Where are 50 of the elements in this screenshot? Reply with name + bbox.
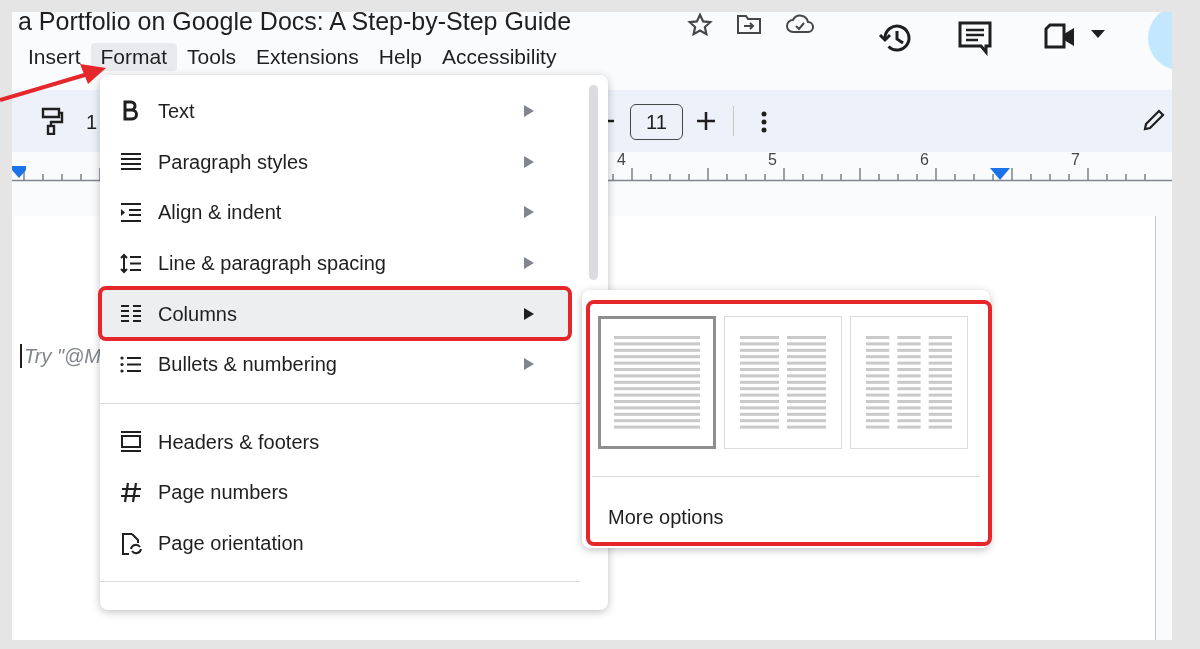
page-rotate-icon	[120, 531, 142, 555]
ruler-number: 7	[1071, 150, 1080, 170]
menu-item[interactable]: Headers & footers	[100, 416, 570, 468]
header-footer-icon	[120, 430, 142, 454]
menu-item[interactable]: Paragraph styles	[100, 136, 570, 188]
document-title[interactable]: a Portfolio on Google Docs: A Step-by-Step Guide	[18, 12, 572, 34]
menu-item[interactable]: Help	[368, 43, 432, 71]
column-layout-option[interactable]	[598, 316, 716, 449]
menu-item[interactable]: Accessibility	[432, 43, 567, 71]
plus-icon[interactable]	[696, 111, 716, 131]
submenu-arrow-icon	[524, 206, 534, 219]
comment-icon[interactable]	[957, 20, 993, 56]
page-lines-icon	[866, 335, 952, 430]
paint-format-icon[interactable]	[40, 107, 64, 135]
menu-item[interactable]: Page orientation	[100, 517, 570, 569]
folder-icon[interactable]	[736, 12, 762, 36]
menu-item[interactable]: Tools	[177, 43, 247, 71]
caret-icon[interactable]	[1091, 30, 1105, 38]
ruler-number: 6	[920, 150, 929, 170]
submenu-arrow-icon	[524, 105, 534, 118]
menu-item[interactable]: Format	[90, 43, 178, 71]
ruler-number: 5	[768, 150, 777, 170]
submenu-arrow-icon	[524, 155, 534, 168]
indent-icon	[120, 201, 142, 224]
hash-icon	[120, 480, 142, 504]
submenu-arrow-icon	[524, 358, 534, 371]
line-spacing-icon	[120, 251, 142, 275]
indent-marker-icon[interactable]	[12, 166, 26, 178]
submenu-arrow-icon	[524, 307, 534, 320]
menu-item[interactable]: Insert	[18, 43, 91, 71]
menu-item[interactable]: Align & indent	[100, 187, 570, 238]
font-size-field[interactable]: 11	[630, 104, 683, 140]
star-icon[interactable]	[687, 12, 713, 38]
pencil-icon[interactable]	[1142, 108, 1166, 132]
more-options-icon[interactable]	[760, 111, 768, 133]
menu-item[interactable]: Extensions	[246, 43, 369, 71]
page-lines-icon	[614, 335, 700, 430]
menu-item[interactable]: Page numbers	[100, 467, 570, 518]
page-lines-icon	[740, 335, 826, 430]
submenu-arrow-icon	[524, 257, 534, 270]
indent-marker-icon[interactable]	[990, 168, 1010, 180]
ruler-number: 4	[617, 150, 626, 170]
more-options-item[interactable]: More options	[608, 502, 724, 532]
scrollbar[interactable]	[589, 85, 598, 280]
cloud-check-icon[interactable]	[785, 12, 815, 36]
menu-item[interactable]: Text	[100, 86, 570, 137]
toolbar-text: 1	[86, 110, 98, 135]
menu-item[interactable]: Bullets & numbering	[100, 338, 570, 390]
menu-item[interactable]: Columns	[100, 288, 570, 339]
menu-item[interactable]: Line & paragraph spacing	[100, 237, 570, 289]
